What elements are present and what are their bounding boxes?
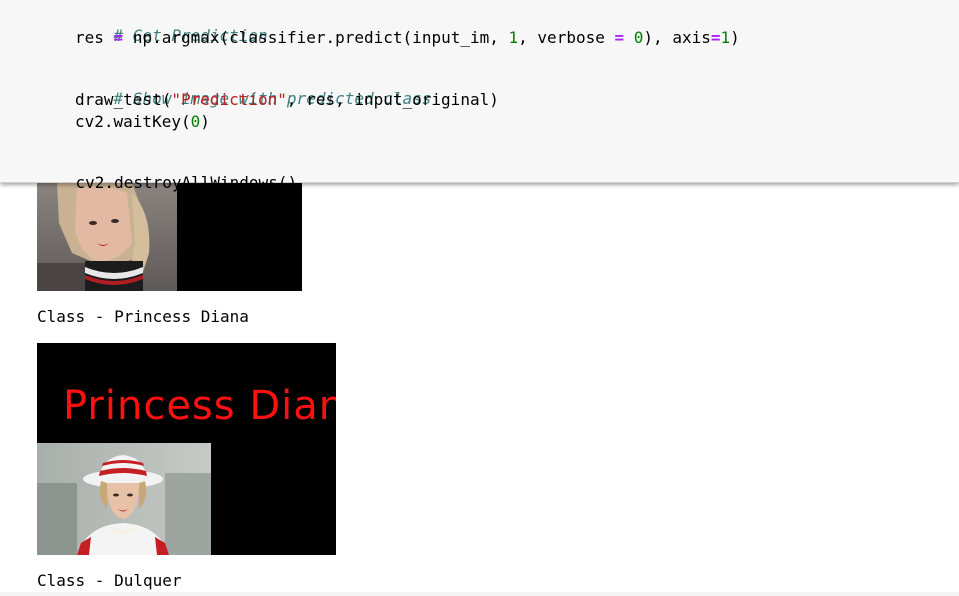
code-token: verbose (537, 28, 605, 47)
code-operator: = (710, 28, 721, 47)
code-token: np.argmax(classifier.predict(input_im, (132, 28, 499, 47)
code-number: 1 (508, 28, 519, 47)
code-number: 1 (720, 28, 731, 47)
output-image-2: Princess Diana (37, 343, 336, 555)
code-token: ), axis (643, 28, 711, 47)
class-label-2: Class - Dulquer (37, 571, 182, 590)
code-number: 0 (633, 28, 644, 47)
code-string: "Prediction" (171, 90, 287, 109)
code-token: ) (200, 112, 210, 131)
code-token: ) (730, 28, 740, 47)
bottom-divider (0, 592, 959, 596)
portrait-photo-2 (37, 443, 211, 555)
code-cell[interactable]: # Get Prediction res = np.argmax(classif… (0, 0, 959, 192)
code-token: res (75, 28, 104, 47)
code-operator: = (113, 28, 124, 47)
code-token: cv2.destroyAllWindows() (75, 173, 298, 192)
code-operator: = (614, 28, 625, 47)
code-token: draw_test( (75, 90, 172, 109)
code-line-destroy: cv2.destroyAllWindows() (37, 153, 298, 213)
code-token: , res, input_original) (286, 90, 499, 109)
code-token: cv2.waitKey( (75, 112, 191, 131)
code-number: 0 (190, 112, 201, 131)
cell-output: Class - Princess Diana Princess Diana (0, 183, 959, 596)
class-label-1: Class - Princess Diana (37, 307, 249, 326)
code-line-draw-test: draw_test("Prediction", res, input_origi… (37, 90, 499, 110)
code-line-res: res = np.argmax(classifier.predict(input… (75, 28, 740, 47)
code-line-waitkey: cv2.waitKey(0) (37, 112, 210, 132)
prediction-overlay-text: Princess Diana (63, 383, 336, 429)
